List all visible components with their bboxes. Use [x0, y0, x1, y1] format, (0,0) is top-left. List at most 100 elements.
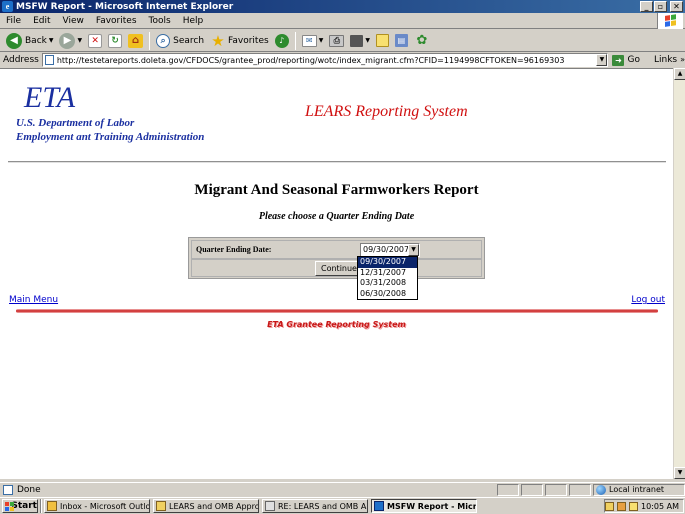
search-label: Search	[173, 35, 205, 46]
stop-button[interactable]: ✕	[85, 31, 105, 51]
globe-icon	[596, 484, 606, 495]
status-main: Done	[0, 484, 495, 495]
home-icon: ⌂	[128, 33, 144, 48]
task-label: Inbox - Microsoft Outlook	[60, 501, 150, 511]
windows-logo-icon	[5, 501, 14, 511]
back-button[interactable]: ◀ Back ▼	[3, 31, 56, 51]
favorites-label: Favorites	[228, 35, 269, 46]
folder-icon	[156, 501, 166, 511]
messenger-button[interactable]: ✿	[411, 31, 433, 51]
status-text: Done	[17, 484, 41, 495]
tray-icon[interactable]	[617, 501, 627, 511]
status-cell	[569, 483, 591, 496]
outlook-icon	[47, 501, 57, 511]
discuss-button[interactable]	[373, 31, 392, 51]
chevron-down-icon[interactable]: ▼	[365, 37, 370, 44]
menu-favorites[interactable]: Favorites	[90, 16, 143, 26]
forward-button[interactable]: ▶ ▼	[56, 31, 85, 51]
research-icon: ▤	[394, 34, 408, 47]
status-cell	[545, 483, 567, 496]
windows-logo-icon	[657, 13, 683, 29]
quarter-option[interactable]: 06/30/2008	[358, 289, 417, 300]
logout-link[interactable]: Log out	[631, 295, 665, 305]
task-label: LEARS and OMB Approv...	[169, 501, 258, 511]
quarter-dropdown-list: 09/30/2007 12/31/2007 03/31/2008 06/30/2…	[357, 256, 418, 300]
toolbar-separator	[294, 31, 296, 50]
chevron-down-icon[interactable]: ▼	[49, 37, 54, 44]
research-button[interactable]: ▤	[392, 31, 411, 51]
media-button[interactable]: ♪	[272, 31, 292, 51]
refresh-icon: ↻	[108, 33, 123, 48]
taskbar-button-outlook[interactable]: Inbox - Microsoft Outlook	[44, 499, 150, 513]
chevron-down-icon[interactable]: ▼	[319, 37, 324, 44]
start-button[interactable]: Start	[2, 499, 38, 513]
messenger-icon: ✿	[416, 33, 428, 48]
ie-icon	[374, 501, 384, 511]
maximize-button[interactable]: ▫	[654, 1, 667, 12]
mail-button[interactable]: ✉ ▼	[299, 31, 327, 51]
mail-icon: ✉	[301, 34, 317, 47]
chevron-down-icon[interactable]: ▼	[596, 54, 608, 66]
home-button[interactable]: ⌂	[125, 31, 146, 51]
main-menu-link[interactable]: Main Menu	[9, 295, 58, 305]
star-icon: ★	[211, 31, 225, 50]
vertical-scrollbar[interactable]: ▲ ▼	[673, 68, 685, 479]
taskbar-button-msfw-report[interactable]: MSFW Report - Micr...	[371, 499, 477, 513]
footer-text: ETA Grantee Reporting System	[267, 320, 406, 329]
eta-logo: ETA	[24, 81, 76, 114]
chevron-down-icon[interactable]: ▼	[77, 37, 82, 44]
quarter-option[interactable]: 09/30/2007	[358, 257, 417, 268]
system-tray: 10:05 AM	[604, 499, 684, 513]
chevron-down-icon[interactable]: ▼	[408, 244, 419, 256]
forward-arrow-icon: ▶	[59, 32, 76, 49]
menu-view[interactable]: View	[57, 16, 90, 26]
print-button[interactable]: ⎙	[326, 31, 347, 51]
printer-icon: ⎙	[329, 34, 345, 47]
footer-divider	[16, 309, 658, 313]
links-button[interactable]: Links»	[654, 55, 685, 65]
page-viewport: ETA U.S. Department of Labor Employment …	[0, 68, 673, 479]
status-cell	[497, 483, 519, 496]
page-icon	[3, 484, 13, 495]
tray-icon[interactable]	[605, 501, 615, 511]
zone-label: Local intranet	[609, 485, 665, 494]
back-arrow-icon: ◀	[6, 32, 22, 49]
stop-icon: ✕	[88, 33, 103, 48]
edit-button[interactable]: ▼	[347, 31, 373, 51]
favorites-button[interactable]: ★ Favorites	[207, 31, 272, 51]
header-divider	[8, 161, 666, 163]
taskbar-button-re-lears[interactable]: RE: LEARS and OMB Ap...	[262, 499, 368, 513]
dept-name-line2: Employment ant Training Administration	[16, 131, 205, 143]
window-titlebar[interactable]: e MSFW Report - Microsoft Internet Explo…	[0, 0, 685, 13]
address-bar: Address http://testetareports.doleta.gov…	[0, 52, 685, 68]
continue-button[interactable]: Continue	[315, 261, 363, 276]
quarter-option[interactable]: 03/31/2008	[358, 278, 417, 289]
task-label: MSFW Report - Micr...	[387, 501, 477, 511]
menu-file[interactable]: File	[0, 16, 27, 26]
menu-help[interactable]: Help	[177, 16, 210, 26]
search-icon: ⌕	[156, 33, 171, 48]
scroll-down-icon[interactable]: ▼	[674, 467, 685, 479]
menu-tools[interactable]: Tools	[143, 16, 177, 26]
minimize-button[interactable]: _	[640, 1, 653, 12]
go-button[interactable]: ➜ Go	[612, 54, 640, 66]
scroll-up-icon[interactable]: ▲	[674, 68, 685, 80]
dept-name-line1: U.S. Department of Labor	[16, 117, 135, 129]
menu-edit[interactable]: Edit	[27, 16, 56, 26]
system-name: LEARS Reporting System	[305, 103, 468, 120]
quarter-option[interactable]: 12/31/2007	[358, 268, 417, 279]
tray-icon[interactable]	[629, 501, 639, 511]
quarter-ending-date-select[interactable]: 09/30/2007 ▼	[360, 243, 420, 257]
task-label: RE: LEARS and OMB Ap...	[278, 501, 367, 511]
edit-icon	[350, 34, 364, 47]
refresh-button[interactable]: ↻	[105, 31, 125, 51]
form-row: Continue	[191, 259, 482, 277]
search-button[interactable]: ⌕ Search	[153, 31, 207, 51]
quarter-form: Quarter Ending Date: 09/30/2007 ▼ Contin…	[188, 237, 485, 279]
taskbar-button-lears-approval[interactable]: LEARS and OMB Approv...	[153, 499, 259, 513]
security-zone: Local intranet	[593, 483, 685, 496]
address-url: http://testetareports.doleta.gov/CFDOCS/…	[56, 55, 565, 65]
address-input[interactable]: http://testetareports.doleta.gov/CFDOCS/…	[41, 53, 609, 67]
taskbar-separator	[40, 499, 42, 513]
close-button[interactable]: ✕	[670, 1, 683, 12]
